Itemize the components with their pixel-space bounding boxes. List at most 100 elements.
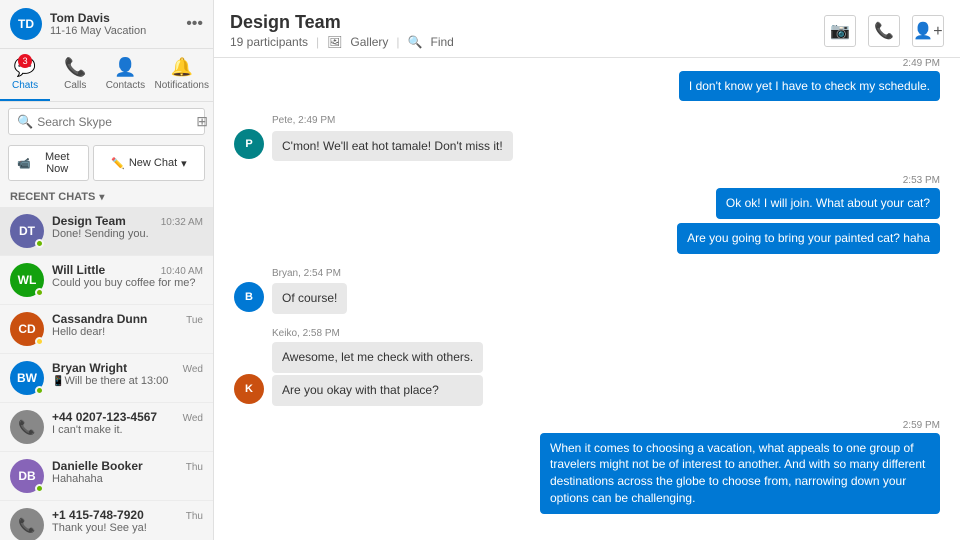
chat-list-item[interactable]: 📞 +1 415-748-7920 Thu Thank you! See ya!	[0, 501, 213, 540]
compose-icon: ✏️	[111, 157, 125, 170]
tab-notifications[interactable]: 🔔 Notifications	[151, 49, 213, 101]
search-input[interactable]	[37, 115, 192, 129]
chat-title: Design Team	[230, 12, 824, 33]
message-group: Bryan, 2:54 PMBOf course!	[234, 268, 940, 316]
message-stack: Of course!	[272, 283, 347, 314]
message-time: 2:49 PM	[234, 58, 940, 69]
chat-meta: 19 participants | 🖼 Gallery | 🔍 Find	[230, 33, 824, 49]
message-bubble: Are you okay with that place?	[272, 375, 483, 406]
search-bar: 🔍 ⊞	[8, 108, 205, 135]
message-row: BOf course!	[234, 282, 940, 314]
chat-avatar: WL	[10, 263, 44, 297]
chat-time: Wed	[183, 413, 203, 424]
message-sender-time: Keiko, 2:58 PM	[234, 328, 940, 339]
chat-item-header: Will Little 10:40 AM	[52, 263, 203, 277]
profile-menu-button[interactable]: •••	[186, 15, 203, 33]
chat-name: Cassandra Dunn	[52, 312, 147, 326]
message-bubble: Awesome, let me check with others.	[272, 342, 483, 373]
message-group: 2:59 PMWhen it comes to choosing a vacat…	[234, 420, 940, 516]
messages-area: Keiko, 2:48 PMKI'm great!! Getting ready…	[214, 58, 960, 540]
find-icon: 🔍	[408, 35, 423, 49]
chat-list-item[interactable]: CD Cassandra Dunn Tue Hello dear!	[0, 305, 213, 354]
main-content: Design Team 19 participants | 🖼 Gallery …	[214, 0, 960, 540]
status-dot	[35, 337, 44, 346]
nav-tabs: 💬 3 Chats 📞 Calls 👤 Contacts 🔔 Notificat…	[0, 49, 213, 102]
chat-name: Design Team	[52, 214, 126, 228]
message-bubble: C'mon! We'll eat hot tamale! Don't miss …	[272, 131, 513, 162]
chat-item-header: +1 415-748-7920 Thu	[52, 508, 203, 522]
message-sender-time: Pete, 2:49 PM	[234, 115, 940, 126]
message-stack: I don't know yet I have to check my sche…	[234, 71, 940, 104]
video-icon: 📷	[830, 21, 850, 41]
chat-time: Thu	[186, 511, 203, 522]
message-stack: When it comes to choosing a vacation, wh…	[234, 433, 940, 516]
message-bubble: Of course!	[272, 283, 347, 314]
notifications-icon: 🔔	[171, 57, 193, 78]
chat-content: +44 0207-123-4567 Wed I can't make it.	[52, 410, 203, 436]
phone-icon: 📞	[874, 21, 894, 41]
profile-bar: TD Tom Davis 11-16 May Vacation •••	[0, 0, 213, 49]
message-group: Pete, 2:49 PM P C'mon! We'll eat hot tamal…	[234, 115, 940, 163]
search-icon: 🔍	[17, 114, 33, 130]
message-group: 2:49 PM I don't know yet I have to check …	[234, 58, 940, 103]
tab-calls[interactable]: 📞 Calls	[50, 49, 100, 101]
find-label[interactable]: Find	[431, 35, 454, 49]
chat-name: Danielle Booker	[52, 459, 143, 473]
chat-list-item[interactable]: 📞 +44 0207-123-4567 Wed I can't make it.	[0, 403, 213, 452]
chat-item-header: Bryan Wright Wed	[52, 361, 203, 375]
chat-avatar: CD	[10, 312, 44, 346]
chat-preview: I can't make it.	[52, 424, 203, 436]
chat-name: Will Little	[52, 263, 105, 277]
chat-content: Design Team 10:32 AM Done! Sending you.	[52, 214, 203, 240]
message-stack: Ok ok! I will join. What about your cat?…	[234, 188, 940, 256]
chat-time: Tue	[186, 315, 203, 326]
chat-preview: Hello dear!	[52, 326, 203, 338]
chat-name: +44 0207-123-4567	[52, 410, 157, 424]
message-bubble: I don't know yet I have to check my sche…	[679, 71, 940, 102]
recent-chats-header[interactable]: RECENT CHATS ▾	[0, 185, 213, 207]
chat-preview: Could you buy coffee for me?	[52, 277, 203, 289]
message-row: Are you going to bring your painted cat?…	[234, 223, 940, 254]
profile-status: 11-16 May Vacation	[50, 25, 186, 37]
gallery-icon: 🖼	[327, 35, 342, 49]
message-row: P C'mon! We'll eat hot tamale! Don't miss…	[234, 129, 940, 161]
video-call-button[interactable]: 📷	[824, 15, 856, 47]
tab-chats[interactable]: 💬 3 Chats	[0, 49, 50, 101]
chevron-icon: ▾	[99, 192, 104, 203]
message-group: Keiko, 2:58 PMKAwesome, let me check wit…	[234, 328, 940, 408]
chat-item-header: Design Team 10:32 AM	[52, 214, 203, 228]
chat-list-item[interactable]: WL Will Little 10:40 AM Could you buy co…	[0, 256, 213, 305]
chat-avatar: 📞	[10, 410, 44, 444]
grid-icon[interactable]: ⊞	[196, 113, 208, 130]
chat-avatar: BW	[10, 361, 44, 395]
chat-item-header: +44 0207-123-4567 Wed	[52, 410, 203, 424]
tab-calls-label: Calls	[64, 80, 86, 91]
participants-count: 19 participants	[230, 35, 308, 49]
meet-now-button[interactable]: 📹 Meet Now	[8, 145, 89, 181]
calls-icon: 📞	[64, 57, 86, 78]
message-avatar: P	[234, 129, 264, 159]
chat-avatar: 📞	[10, 508, 44, 540]
chevron-down-icon: ▾	[181, 157, 187, 170]
status-dot	[35, 484, 44, 493]
chat-list-item[interactable]: DT Design Team 10:32 AM Done! Sending yo…	[0, 207, 213, 256]
add-person-button[interactable]: 👤+	[912, 15, 944, 47]
chat-time: 10:40 AM	[161, 266, 203, 277]
tab-contacts[interactable]: 👤 Contacts	[100, 49, 150, 101]
chat-item-header: Cassandra Dunn Tue	[52, 312, 203, 326]
message-stack: C'mon! We'll eat hot tamale! Don't miss …	[272, 131, 513, 162]
gallery-label[interactable]: Gallery	[350, 35, 388, 49]
message-row: When it comes to choosing a vacation, wh…	[234, 433, 940, 514]
new-chat-button[interactable]: ✏️ New Chat ▾	[93, 145, 205, 181]
contacts-icon: 👤	[114, 57, 136, 78]
message-bubble: Ok ok! I will join. What about your cat?	[716, 188, 940, 219]
chat-list: DT Design Team 10:32 AM Done! Sending yo…	[0, 207, 213, 540]
chat-preview: Hahahaha	[52, 473, 203, 485]
audio-call-button[interactable]: 📞	[868, 15, 900, 47]
message-bubble: When it comes to choosing a vacation, wh…	[540, 433, 940, 514]
chat-content: Bryan Wright Wed 📱Will be there at 13:00	[52, 361, 203, 387]
chat-list-item[interactable]: DB Danielle Booker Thu Hahahaha	[0, 452, 213, 501]
chat-content: Will Little 10:40 AM Could you buy coffe…	[52, 263, 203, 289]
chat-content: +1 415-748-7920 Thu Thank you! See ya!	[52, 508, 203, 534]
chat-list-item[interactable]: BW Bryan Wright Wed 📱Will be there at 13…	[0, 354, 213, 403]
